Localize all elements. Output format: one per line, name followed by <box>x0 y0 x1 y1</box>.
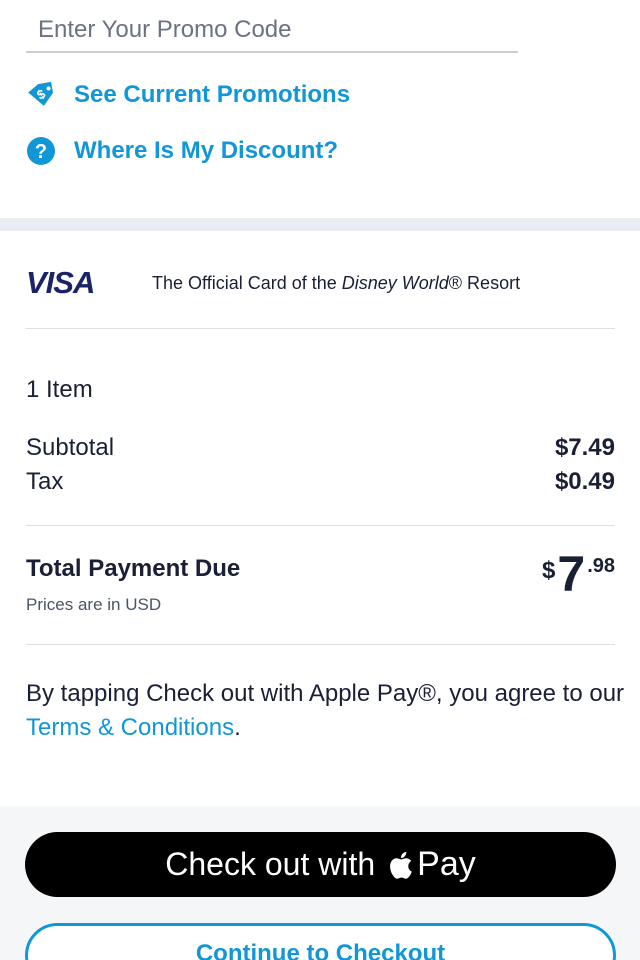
price-tag-icon: $ <box>26 80 56 110</box>
checkout-actions: Check out with Pay Continue to Checkout <box>0 806 640 960</box>
apple-pay-label: Check out with <box>165 846 376 882</box>
terms-prefix: By tapping Check out with Apple Pay®, yo… <box>26 680 625 707</box>
order-summary: VISA The Official Card of the Disney Wor… <box>0 231 640 806</box>
tax-row: Tax $0.49 <box>26 468 615 496</box>
subtotal-label: Subtotal <box>26 434 115 461</box>
tax-label: Tax <box>26 468 64 495</box>
visa-tagline-brand: Disney World <box>341 272 449 293</box>
section-divider <box>0 218 640 231</box>
see-promotions-link[interactable]: $ See Current Promotions <box>26 80 350 110</box>
divider <box>26 328 615 329</box>
subtotal-row: Subtotal $7.49 <box>26 434 615 462</box>
visa-tagline: The Official Card of the Disney World® R… <box>152 273 520 294</box>
subtotal-value: $7.49 <box>554 434 615 461</box>
apple-logo-icon <box>387 850 413 880</box>
continue-to-checkout-button[interactable]: Continue to Checkout <box>25 923 616 960</box>
tax-value: $0.49 <box>554 468 615 495</box>
item-count: 1 Item <box>26 376 93 403</box>
visa-tagline-end: ® Resort <box>448 272 521 293</box>
visa-tagline-start: The Official Card of the <box>152 272 342 293</box>
svg-text:?: ? <box>35 141 47 163</box>
pay-word: Pay <box>417 845 476 883</box>
where-is-my-discount-label: Where Is My Discount? <box>74 137 339 164</box>
terms-notice: By tapping Check out with Apple Pay®, yo… <box>26 677 626 745</box>
currency-note: Prices are in USD <box>26 595 162 614</box>
total-currency-symbol: $ <box>542 557 556 584</box>
apple-pay-checkout-button[interactable]: Check out with Pay <box>25 832 616 897</box>
terms-conditions-link[interactable]: Terms & Conditions <box>26 714 234 741</box>
question-circle-icon: ? <box>26 136 56 166</box>
divider <box>26 525 615 526</box>
see-promotions-label: See Current Promotions <box>74 81 351 108</box>
total-cents: .98 <box>587 555 615 577</box>
visa-banner: VISA The Official Card of the Disney Wor… <box>26 265 520 301</box>
total-dollars: 7 <box>557 546 586 602</box>
continue-to-checkout-label: Continue to Checkout <box>195 940 446 960</box>
total-payment-label: Total Payment Due <box>26 555 241 582</box>
promo-code-input[interactable] <box>26 0 518 53</box>
where-is-my-discount-link[interactable]: ? Where Is My Discount? <box>26 136 338 166</box>
terms-suffix: . <box>234 714 241 741</box>
divider <box>26 644 615 645</box>
visa-logo: VISA <box>26 265 95 300</box>
promo-section: $ See Current Promotions ? Where Is My D… <box>0 0 640 218</box>
total-amount: $ 7 .98 <box>542 549 615 599</box>
